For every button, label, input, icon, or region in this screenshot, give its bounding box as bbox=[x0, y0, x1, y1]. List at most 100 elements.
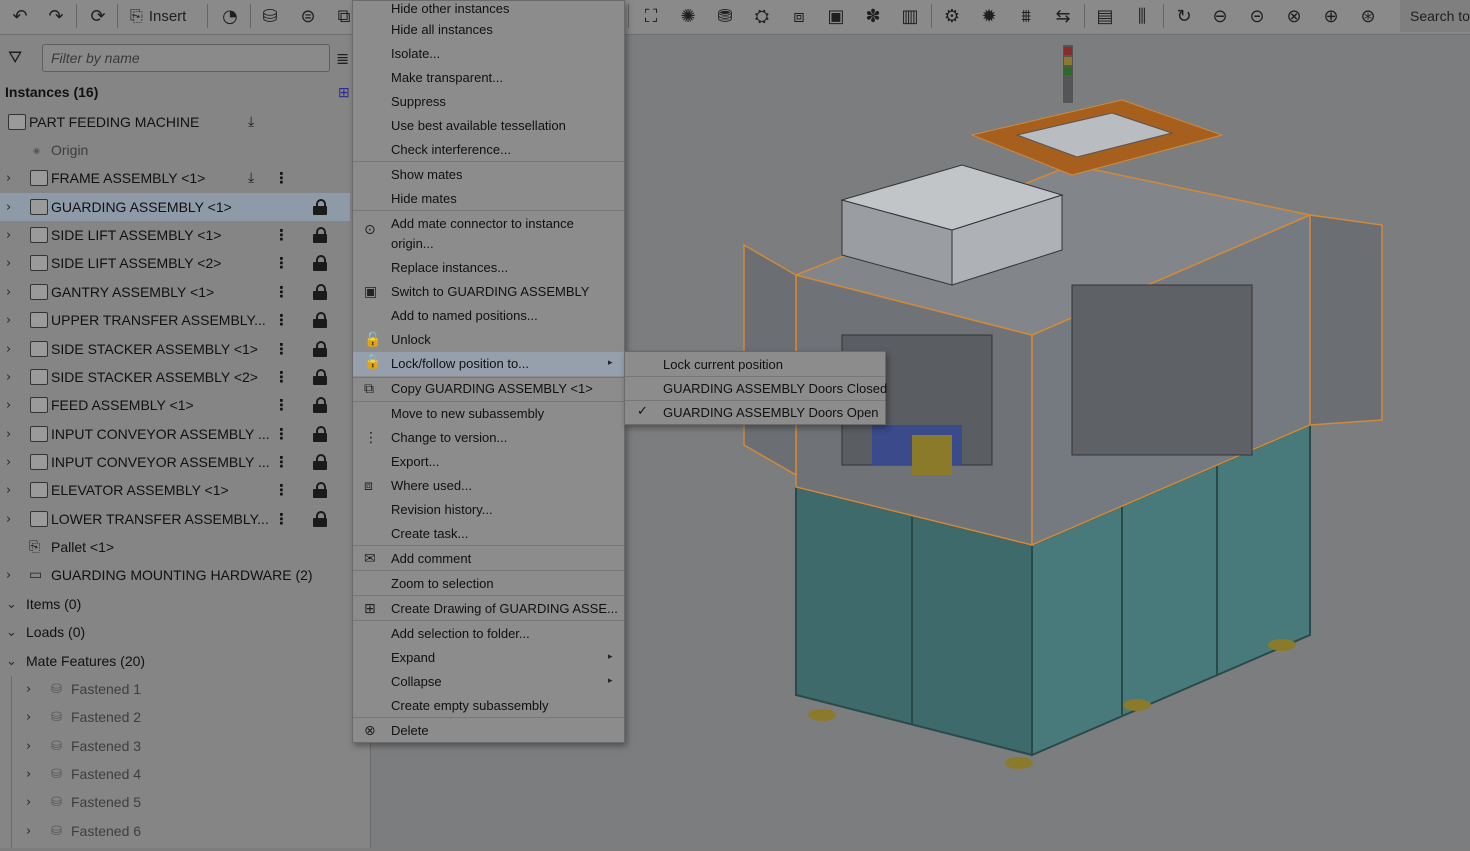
lock-icon[interactable] bbox=[313, 284, 327, 300]
chevron-down-icon[interactable]: ⌄ bbox=[6, 597, 17, 612]
chevron-right-icon[interactable]: › bbox=[26, 739, 31, 754]
fit-icon[interactable]: ⛶ bbox=[637, 3, 665, 29]
more-options-icon[interactable]: ⋮ bbox=[274, 226, 289, 244]
chevron-right-icon[interactable]: › bbox=[6, 171, 11, 186]
linear-icon[interactable]: ⇆ bbox=[1049, 3, 1077, 29]
display-icon[interactable]: ▣ bbox=[822, 3, 850, 29]
lock-icon[interactable] bbox=[313, 341, 327, 357]
lock-icon[interactable] bbox=[313, 482, 327, 498]
menu-item[interactable]: ⊙ Add mate connector to instance origin... bbox=[353, 214, 624, 254]
history-icon[interactable]: ◔ bbox=[216, 3, 244, 29]
menu-item[interactable]: Revision history... bbox=[353, 500, 624, 520]
hardware-folder-row[interactable]: › ▭ GUARDING MOUNTING HARDWARE (2) bbox=[0, 561, 350, 589]
chevron-right-icon[interactable]: › bbox=[26, 767, 31, 782]
gear-icon[interactable]: ⚙ bbox=[938, 3, 966, 29]
lock-icon[interactable] bbox=[313, 227, 327, 243]
menu-item[interactable]: Hide all instances bbox=[353, 20, 624, 40]
mate-row[interactable]: › ⛁ Fastened 5 bbox=[0, 788, 350, 816]
menu-item[interactable]: Add to named positions... bbox=[353, 306, 624, 326]
chevron-right-icon[interactable]: › bbox=[6, 398, 11, 413]
menu-item[interactable]: ⋮ Change to version... bbox=[353, 428, 624, 448]
list-view-icon[interactable]: ≣ bbox=[336, 49, 349, 68]
instance-row[interactable]: › UPPER TRANSFER ASSEMBLY... ⋮ bbox=[0, 306, 350, 334]
menu-item[interactable]: Expand ▸ bbox=[353, 648, 624, 668]
instance-row[interactable]: › SIDE STACKER ASSEMBLY <2> ⋮ bbox=[0, 363, 350, 391]
redo-icon[interactable]: ↷ bbox=[42, 3, 70, 29]
lock-icon[interactable] bbox=[313, 426, 327, 442]
more-options-icon[interactable]: ⋮ bbox=[274, 481, 289, 499]
insert-pin-icon[interactable]: ⤓ bbox=[248, 170, 254, 186]
instance-row[interactable]: › FEED ASSEMBLY <1> ⋮ bbox=[0, 391, 350, 419]
chevron-right-icon[interactable]: › bbox=[6, 483, 11, 498]
menu-item[interactable]: 🔒 Lock/follow position to... ▸ bbox=[353, 352, 624, 376]
menu-item[interactable]: ✉ Add comment bbox=[353, 549, 624, 569]
more-options-icon[interactable]: ⋮ bbox=[274, 254, 289, 272]
instance-row[interactable]: › GUARDING ASSEMBLY <1> bbox=[0, 193, 350, 221]
menu-item[interactable]: Export... bbox=[353, 452, 624, 472]
menu-item[interactable]: Use best available tessellation bbox=[353, 116, 624, 136]
more-options-icon[interactable]: ⋮ bbox=[274, 510, 289, 528]
menu-item[interactable]: Create empty subassembly bbox=[353, 696, 624, 716]
more-options-icon[interactable]: ⋮ bbox=[274, 311, 289, 329]
items-group-row[interactable]: ⌄ Items (0) bbox=[0, 590, 350, 618]
menu-item[interactable]: Isolate... bbox=[353, 44, 624, 64]
menu-item[interactable]: Show mates bbox=[353, 165, 624, 185]
menu-item[interactable]: Add selection to folder... bbox=[353, 624, 624, 644]
search-tools-field[interactable]: Search to bbox=[1400, 0, 1470, 32]
more-options-icon[interactable]: ⋮ bbox=[274, 425, 289, 443]
lock-icon[interactable] bbox=[313, 312, 327, 328]
menu-item[interactable]: 🔓 Unlock bbox=[353, 330, 624, 350]
chevron-down-icon[interactable]: ⌄ bbox=[6, 654, 17, 669]
fastened-icon[interactable]: ⊕ bbox=[1317, 3, 1345, 29]
planar-icon[interactable]: ⊝ bbox=[1243, 3, 1271, 29]
submenu-item[interactable]: Lock current position bbox=[625, 354, 885, 374]
ball-icon[interactable]: ⊗ bbox=[1280, 3, 1308, 29]
insert-pin-icon[interactable]: ⤓ bbox=[248, 114, 254, 130]
menu-item[interactable]: Hide other instances bbox=[353, 0, 624, 16]
chevron-right-icon[interactable]: › bbox=[6, 370, 11, 385]
loads-group-row[interactable]: ⌄ Loads (0) bbox=[0, 618, 350, 646]
mate-row[interactable]: › ⛁ Fastened 4 bbox=[0, 760, 350, 788]
instance-row[interactable]: › FRAME ASSEMBLY <1> ⤓ ⋮ bbox=[0, 164, 350, 192]
origin-row[interactable]: ◉ Origin bbox=[0, 136, 350, 164]
menu-item[interactable]: Hide mates bbox=[353, 189, 624, 209]
cylinder-icon[interactable]: ⛁ bbox=[256, 3, 284, 29]
chevron-down-icon[interactable]: ⌄ bbox=[6, 625, 17, 640]
filter-icon[interactable]: ⛛ bbox=[8, 48, 22, 68]
cylindrical-icon[interactable]: ⊖ bbox=[1206, 3, 1234, 29]
more-options-icon[interactable]: ⋮ bbox=[274, 340, 289, 358]
add-instance-icon[interactable]: ⊞ bbox=[338, 84, 350, 101]
undo-icon[interactable]: ↶ bbox=[6, 3, 34, 29]
instance-row[interactable]: › SIDE LIFT ASSEMBLY <1> ⋮ bbox=[0, 221, 350, 249]
mate-connector-icon[interactable]: ✽ bbox=[859, 3, 887, 29]
menu-item[interactable]: Create task... bbox=[353, 524, 624, 544]
chevron-right-icon[interactable]: › bbox=[6, 256, 11, 271]
chevron-right-icon[interactable]: › bbox=[26, 710, 31, 725]
lock-icon[interactable] bbox=[313, 199, 327, 215]
instance-row[interactable]: › LOWER TRANSFER ASSEMBLY... ⋮ bbox=[0, 505, 350, 533]
rack-icon[interactable]: ⩩ bbox=[1012, 3, 1040, 29]
menu-item[interactable]: Collapse ▸ bbox=[353, 672, 624, 692]
menu-item[interactable]: Suppress bbox=[353, 92, 624, 112]
menu-item[interactable]: ▣ Switch to GUARDING ASSEMBLY bbox=[353, 282, 624, 302]
bom-icon[interactable]: ▤ bbox=[1091, 3, 1119, 29]
lock-icon[interactable] bbox=[313, 454, 327, 470]
mate-row[interactable]: › ⛁ Fastened 6 bbox=[0, 817, 350, 845]
insert-button[interactable]: ⎘ Insert bbox=[124, 2, 192, 30]
measure-icon[interactable]: ⛭ bbox=[748, 3, 776, 29]
mate-row[interactable]: › ⛁ Fastened 1 bbox=[0, 675, 350, 703]
lock-icon[interactable] bbox=[313, 369, 327, 385]
menu-item[interactable]: Zoom to selection bbox=[353, 574, 624, 594]
more-options-icon[interactable]: ⋮ bbox=[274, 396, 289, 414]
menu-item[interactable]: ⊞ Create Drawing of GUARDING ASSE... bbox=[353, 599, 624, 619]
more-options-icon[interactable]: ⋮ bbox=[274, 283, 289, 301]
chevron-right-icon[interactable]: › bbox=[26, 824, 31, 839]
instance-row[interactable]: › ELEVATOR ASSEMBLY <1> ⋮ bbox=[0, 476, 350, 504]
revolute-icon[interactable]: ↻ bbox=[1170, 3, 1198, 29]
menu-item[interactable]: Move to new subassembly bbox=[353, 404, 624, 424]
menu-item[interactable]: Replace instances... bbox=[353, 258, 624, 278]
chevron-right-icon[interactable]: › bbox=[6, 568, 11, 583]
chevron-right-icon[interactable]: › bbox=[6, 228, 11, 243]
chevron-right-icon[interactable]: › bbox=[6, 285, 11, 300]
lock-icon[interactable] bbox=[313, 511, 327, 527]
